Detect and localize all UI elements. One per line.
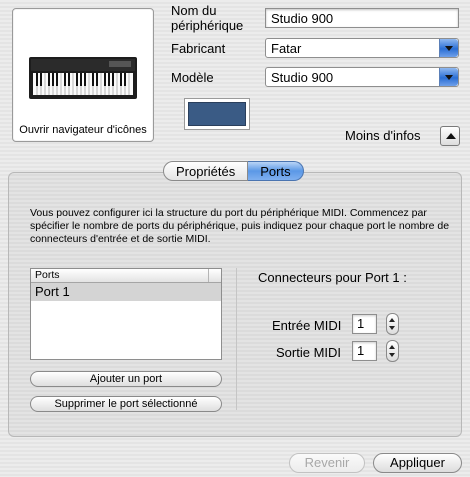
ports-list[interactable]: Ports Port 1 bbox=[30, 268, 222, 360]
arrow-up-icon bbox=[389, 345, 395, 349]
color-fill bbox=[188, 102, 246, 126]
chevron-down-icon bbox=[439, 39, 458, 57]
midi-out-field[interactable]: 1 bbox=[352, 341, 377, 361]
midi-in-label: Entrée MIDI bbox=[272, 318, 342, 333]
less-info-button[interactable] bbox=[440, 126, 460, 146]
device-name-label: Nom du périphérique bbox=[171, 3, 244, 33]
arrow-down-icon bbox=[389, 353, 395, 357]
icon-browser-caption: Ouvrir navigateur d'icônes bbox=[19, 124, 147, 136]
tab-bar: Propriétés Ports bbox=[163, 161, 304, 181]
apply-button[interactable]: Appliquer bbox=[373, 453, 462, 473]
midi-out-label: Sortie MIDI bbox=[276, 345, 342, 360]
connectors-title: Connecteurs pour Port 1 : bbox=[258, 270, 407, 285]
list-item[interactable]: Port 1 bbox=[31, 283, 221, 301]
icon-browser-button[interactable]: Ouvrir navigateur d'icônes bbox=[12, 8, 154, 142]
tab-ports[interactable]: Ports bbox=[248, 161, 304, 181]
ports-list-header: Ports bbox=[31, 269, 221, 283]
column-divider bbox=[208, 269, 221, 282]
model-value: Studio 900 bbox=[271, 70, 334, 85]
model-popup[interactable]: Studio 900 bbox=[265, 67, 459, 87]
midi-in-field[interactable]: 1 bbox=[352, 314, 377, 334]
remove-port-button[interactable]: Supprimer le port sélectionné bbox=[30, 396, 222, 412]
ports-description: Vous pouvez configurer ici la structure … bbox=[30, 207, 450, 245]
less-info-label: Moins d'infos bbox=[345, 128, 421, 143]
manufacturer-label: Fabricant bbox=[171, 41, 226, 56]
manufacturer-value: Fatar bbox=[271, 41, 302, 56]
midi-out-stepper[interactable] bbox=[386, 340, 399, 362]
add-port-button[interactable]: Ajouter un port bbox=[30, 371, 222, 387]
arrow-up-icon bbox=[389, 318, 395, 322]
revert-button[interactable]: Revenir bbox=[289, 453, 365, 473]
divider bbox=[236, 268, 237, 410]
manufacturer-popup[interactable]: Fatar bbox=[265, 38, 459, 58]
midi-in-stepper[interactable] bbox=[386, 313, 399, 335]
chevron-down-icon bbox=[439, 68, 458, 86]
keyboard-icon bbox=[29, 57, 137, 99]
model-label: Modèle bbox=[171, 70, 214, 85]
device-name-field[interactable]: Studio 900 bbox=[265, 8, 459, 28]
arrow-down-icon bbox=[389, 326, 395, 330]
device-color-swatch[interactable] bbox=[184, 98, 250, 130]
ports-list-header-label: Ports bbox=[35, 269, 60, 281]
tab-properties[interactable]: Propriétés bbox=[163, 161, 249, 181]
